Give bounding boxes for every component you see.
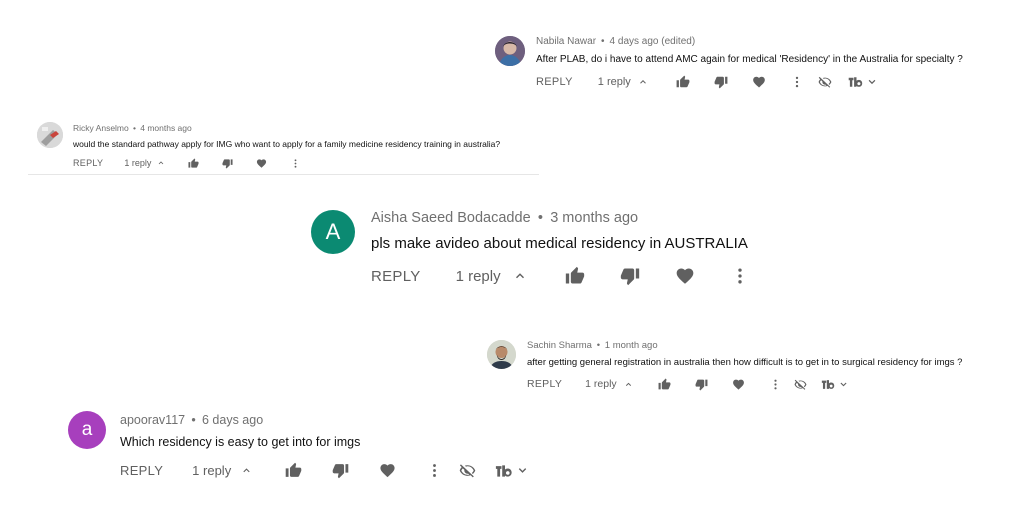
- vertical-ellipsis-icon[interactable]: [290, 158, 301, 169]
- heart-icon[interactable]: [752, 75, 766, 89]
- replies-count: 1 reply: [124, 158, 152, 168]
- timestamp[interactable]: 6 days ago: [202, 413, 263, 427]
- comment-actions: REPLY 1 reply: [371, 265, 750, 287]
- comment-meta: apoorav117 • 6 days ago: [120, 413, 264, 427]
- avatar[interactable]: a: [68, 411, 106, 449]
- eye-slash-icon[interactable]: [818, 75, 832, 89]
- avatar-photo: [495, 36, 525, 66]
- replies-count: 1 reply: [585, 378, 617, 390]
- comment-actions: REPLY 1 reply: [536, 73, 877, 91]
- author-name[interactable]: Aisha Saeed Bodacadde: [371, 210, 531, 226]
- tubebuddy-logo-icon[interactable]: [495, 464, 515, 478]
- timestamp[interactable]: 3 months ago: [550, 210, 638, 226]
- reply-button[interactable]: REPLY: [536, 76, 573, 88]
- replies-count: 1 reply: [597, 76, 631, 88]
- thumbs-up-icon[interactable]: [188, 158, 199, 169]
- caret-up-icon: [157, 159, 165, 167]
- eye-slash-icon[interactable]: [794, 378, 807, 391]
- comment-actions: REPLY 1 reply: [527, 376, 848, 392]
- comment-meta: Nabila Nawar • 4 days ago (edited): [536, 36, 696, 47]
- view-replies-toggle[interactable]: 1 reply: [585, 378, 633, 390]
- comment-meta: Sachin Sharma • 1 month ago: [527, 340, 658, 351]
- vertical-ellipsis-icon[interactable]: [730, 266, 750, 286]
- view-replies-toggle[interactable]: 1 reply: [598, 76, 648, 88]
- eye-slash-icon[interactable]: [459, 462, 476, 479]
- author-name[interactable]: Sachin Sharma: [527, 340, 592, 351]
- thumbs-down-icon[interactable]: [620, 266, 640, 286]
- avatar[interactable]: [37, 122, 63, 148]
- timestamp[interactable]: 4 months ago: [140, 123, 192, 133]
- caret-up-icon: [624, 380, 633, 389]
- comment-meta: Ricky Anselmo • 4 months ago: [73, 123, 192, 133]
- comment-text: would the standard pathway apply for IMG…: [73, 139, 501, 149]
- thumbs-down-icon[interactable]: [222, 158, 233, 169]
- reply-button[interactable]: REPLY: [371, 268, 421, 285]
- avatar-photo: [487, 340, 516, 369]
- chevron-down-icon[interactable]: [517, 465, 528, 476]
- thumbs-up-icon[interactable]: [658, 378, 671, 391]
- author-name[interactable]: Ricky Anselmo: [73, 123, 129, 133]
- divider: [28, 174, 539, 175]
- thumbs-down-icon[interactable]: [332, 462, 349, 479]
- avatar-photo: [37, 122, 63, 148]
- view-replies-toggle[interactable]: 1 reply: [124, 158, 165, 168]
- reply-button[interactable]: REPLY: [527, 378, 562, 390]
- chevron-down-icon[interactable]: [839, 380, 848, 389]
- thumbs-up-icon[interactable]: [676, 75, 690, 89]
- heart-icon[interactable]: [256, 158, 267, 169]
- comment-text: Which residency is easy to get into for …: [120, 435, 361, 449]
- avatar[interactable]: [495, 36, 525, 66]
- comment-text: After PLAB, do i have to attend AMC agai…: [536, 54, 963, 65]
- comment-actions: REPLY 1 reply: [120, 461, 528, 480]
- author-name[interactable]: Nabila Nawar: [536, 36, 596, 47]
- caret-up-icon: [513, 269, 527, 283]
- comment-actions: REPLY 1 reply: [73, 156, 301, 170]
- thumbs-up-icon[interactable]: [285, 462, 302, 479]
- replies-count: 1 reply: [192, 463, 232, 478]
- comment-meta: Aisha Saeed Bodacadde • 3 months ago: [371, 210, 639, 226]
- thumbs-down-icon[interactable]: [714, 75, 728, 89]
- author-name[interactable]: apoorav117: [120, 413, 185, 427]
- vertical-ellipsis-icon[interactable]: [790, 75, 804, 89]
- timestamp[interactable]: 1 month ago: [605, 340, 658, 351]
- replies-count: 1 reply: [455, 267, 501, 285]
- view-replies-toggle[interactable]: 1 reply: [192, 463, 252, 478]
- chevron-down-icon[interactable]: [867, 77, 877, 87]
- caret-up-icon: [241, 465, 252, 476]
- reply-button[interactable]: REPLY: [120, 463, 163, 478]
- comment-text: after getting general registration in au…: [527, 357, 963, 368]
- view-replies-toggle[interactable]: 1 reply: [456, 268, 527, 285]
- caret-up-icon: [638, 77, 648, 87]
- timestamp[interactable]: 4 days ago (edited): [610, 36, 696, 47]
- thumbs-up-icon[interactable]: [565, 266, 585, 286]
- heart-icon[interactable]: [732, 378, 745, 391]
- vertical-ellipsis-icon[interactable]: [769, 378, 782, 391]
- thumbs-down-icon[interactable]: [695, 378, 708, 391]
- tubebuddy-logo-icon[interactable]: [848, 76, 865, 88]
- tubebuddy-logo-icon[interactable]: [821, 379, 837, 390]
- avatar[interactable]: [487, 340, 516, 369]
- comment-text: pls make avideo about medical residency …: [371, 235, 748, 252]
- vertical-ellipsis-icon[interactable]: [426, 462, 443, 479]
- heart-icon[interactable]: [379, 462, 396, 479]
- avatar[interactable]: A: [311, 210, 355, 254]
- reply-button[interactable]: REPLY: [73, 158, 103, 168]
- heart-icon[interactable]: [675, 266, 695, 286]
